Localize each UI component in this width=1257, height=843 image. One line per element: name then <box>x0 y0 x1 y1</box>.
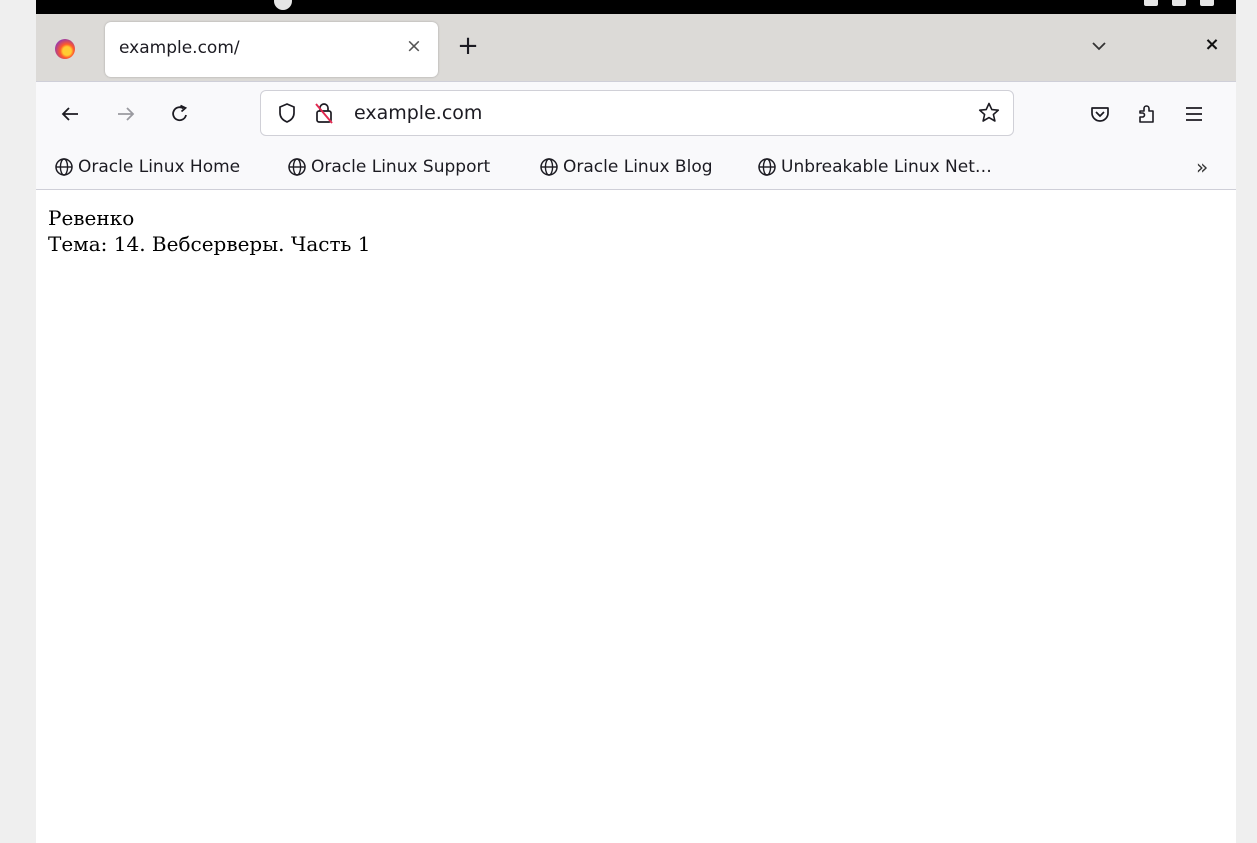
bookmark-oracle-linux-blog[interactable]: Oracle Linux Blog <box>539 156 713 178</box>
insecure-lock-icon[interactable] <box>313 101 335 125</box>
bookmark-oracle-linux-support[interactable]: Oracle Linux Support <box>287 156 490 178</box>
tracking-protection-shield-icon[interactable] <box>277 102 297 124</box>
url-text: example.com <box>354 102 483 124</box>
system-status-icons[interactable] <box>1144 0 1214 10</box>
bookmark-label: Oracle Linux Blog <box>563 157 713 177</box>
navigation-toolbar: example.com <box>36 81 1236 146</box>
browser-window: example.com/ × + × example.com Oracle Li… <box>36 14 1236 843</box>
bookmark-unbreakable-linux-network[interactable]: Unbreakable Linux Net… <box>757 156 992 178</box>
tab-strip: example.com/ × + × <box>36 14 1236 81</box>
tab-close-icon[interactable]: × <box>402 34 426 58</box>
power-icon <box>1200 0 1214 6</box>
list-all-tabs-chevron-down-icon[interactable] <box>1089 36 1109 56</box>
new-tab-button[interactable]: + <box>455 33 481 60</box>
tab-title: example.com/ <box>119 38 240 58</box>
globe-icon <box>288 158 306 176</box>
globe-icon <box>55 158 73 176</box>
system-top-bar <box>36 0 1236 14</box>
firefox-logo-icon[interactable] <box>55 39 75 59</box>
page-text-author: Ревенко <box>48 206 135 230</box>
bookmark-label: Unbreakable Linux Net… <box>781 157 992 177</box>
window-close-button[interactable]: × <box>1201 34 1223 56</box>
extensions-puzzle-icon[interactable] <box>1135 102 1159 126</box>
bookmarks-toolbar: Oracle Linux Home Oracle Linux Support O… <box>36 145 1236 190</box>
menu-hamburger-icon[interactable] <box>1182 102 1206 126</box>
forward-arrow-icon[interactable] <box>114 102 138 126</box>
globe-icon <box>758 158 776 176</box>
page-text-topic: Тема: 14. Вебсерверы. Часть 1 <box>48 232 371 256</box>
bookmark-oracle-linux-home[interactable]: Oracle Linux Home <box>54 156 240 178</box>
volume-icon <box>1172 0 1186 6</box>
bookmark-label: Oracle Linux Home <box>78 157 241 177</box>
reload-icon[interactable] <box>168 102 192 126</box>
globe-icon <box>540 158 558 176</box>
bookmark-star-icon[interactable] <box>977 101 1001 125</box>
bookmark-label: Oracle Linux Support <box>311 157 491 177</box>
page-content: Ревенко Тема: 14. Вебсерверы. Часть 1 <box>36 190 1236 843</box>
pocket-icon[interactable] <box>1088 102 1112 126</box>
back-arrow-icon[interactable] <box>58 102 82 126</box>
bookmarks-overflow-chevron-icon[interactable]: » <box>1196 155 1208 179</box>
address-bar[interactable]: example.com <box>260 90 1014 136</box>
network-icon <box>1144 0 1158 6</box>
tab-example[interactable]: example.com/ × <box>105 22 438 77</box>
activities-indicator[interactable] <box>274 0 292 10</box>
